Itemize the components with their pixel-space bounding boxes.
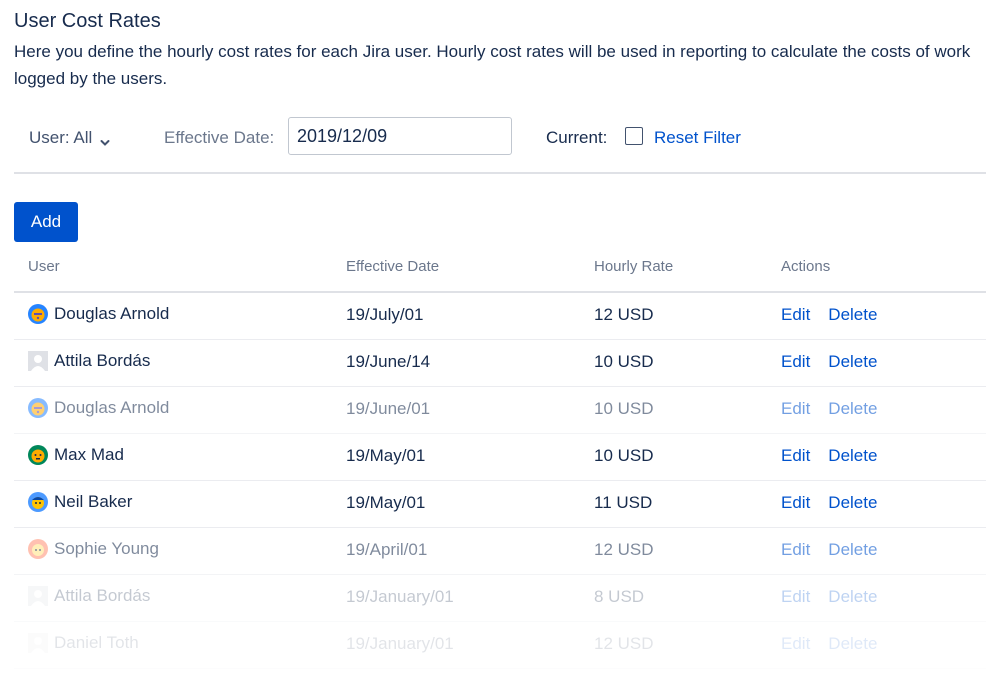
column-header-user: User <box>28 258 60 275</box>
orange-face-avatar-icon <box>28 398 48 418</box>
actions-cell: Edit Delete <box>781 540 877 560</box>
actions-cell: Edit Delete <box>781 446 877 466</box>
current-checkbox[interactable] <box>625 127 643 145</box>
user-cell: Attila Bordás <box>28 351 150 371</box>
column-header-effective-date: Effective Date <box>346 258 440 275</box>
edit-link[interactable]: Edit <box>781 352 810 372</box>
actions-cell: Edit Delete <box>781 399 877 419</box>
edit-link[interactable]: Edit <box>781 634 810 654</box>
table-body: Douglas Arnold 19/July/01 12 USD Edit De… <box>14 293 986 669</box>
page-title: User Cost Rates <box>14 10 161 32</box>
user-name: Sophie Young <box>54 539 159 558</box>
hourly-rate-cell: 12 USD <box>594 305 654 324</box>
default-user-avatar-icon <box>28 586 48 606</box>
table-row: Daniel Toth 19/January/01 12 USD Edit De… <box>14 622 986 669</box>
effective-date-cell: 19/January/01 <box>346 587 454 606</box>
user-name: Attila Bordás <box>54 351 151 370</box>
effective-date-cell: 19/July/01 <box>346 305 424 324</box>
hourly-rate-cell: 8 USD <box>594 587 645 606</box>
table-header: User Effective Date Hourly Rate Actions <box>14 255 986 293</box>
user-cell: Douglas Arnold <box>28 398 169 418</box>
hourly-rate-cell: 10 USD <box>594 446 654 465</box>
delete-link[interactable]: Delete <box>828 493 877 513</box>
user-name: Douglas Arnold <box>54 398 170 417</box>
user-name: Douglas Arnold <box>54 304 170 323</box>
default-user-avatar-icon <box>28 351 48 371</box>
user-cell: Sophie Young <box>28 539 159 559</box>
delete-link[interactable]: Delete <box>828 587 877 607</box>
hourly-rate-cell: 10 USD <box>594 352 654 371</box>
filter-divider <box>14 172 986 174</box>
actions-cell: Edit Delete <box>781 493 877 513</box>
column-header-actions: Actions <box>781 258 831 275</box>
user-cell: Attila Bordás <box>28 586 150 606</box>
actions-cell: Edit Delete <box>781 305 877 325</box>
user-filter-label: User: All <box>29 128 93 147</box>
table-row: Douglas Arnold 19/June/01 10 USD Edit De… <box>14 387 986 434</box>
user-cell: Douglas Arnold <box>28 304 169 324</box>
actions-cell: Edit Delete <box>781 352 877 372</box>
table-row: Attila Bordás 19/June/14 10 USD Edit Del… <box>14 340 986 387</box>
edit-link[interactable]: Edit <box>781 493 810 513</box>
delete-link[interactable]: Delete <box>828 446 877 466</box>
effective-date-cell: 19/May/01 <box>346 493 426 512</box>
user-cell: Max Mad <box>28 445 124 465</box>
add-button[interactable]: Add <box>14 202 78 242</box>
user-name: Max Mad <box>54 445 124 464</box>
filter-bar: User: All Effective Date: Current: Reset… <box>14 117 986 157</box>
table-row: Douglas Arnold 19/July/01 12 USD Edit De… <box>14 293 986 340</box>
table-row: Sophie Young 19/April/01 12 USD Edit Del… <box>14 528 986 575</box>
orange-face-avatar-icon <box>28 304 48 324</box>
default-user-avatar-icon <box>28 633 48 653</box>
table-row: Attila Bordás 19/January/01 8 USD Edit D… <box>14 575 986 622</box>
effective-date-cell: 19/June/01 <box>346 399 431 418</box>
actions-cell: Edit Delete <box>781 587 877 607</box>
effective-date-cell: 19/May/01 <box>346 446 426 465</box>
user-cell: Daniel Toth <box>28 633 139 653</box>
effective-date-cell: 19/June/14 <box>346 352 431 371</box>
table-row: Max Mad 19/May/01 10 USD Edit Delete <box>14 434 986 481</box>
chevron-down-icon <box>100 133 110 146</box>
teal-face-avatar-icon <box>28 445 48 465</box>
user-name: Neil Baker <box>54 492 133 511</box>
hourly-rate-cell: 12 USD <box>594 540 654 559</box>
reset-filter-link[interactable]: Reset Filter <box>654 128 741 148</box>
edit-link[interactable]: Edit <box>781 540 810 560</box>
delete-link[interactable]: Delete <box>828 399 877 419</box>
column-header-hourly-rate: Hourly Rate <box>594 258 674 275</box>
hourly-rate-cell: 12 USD <box>594 634 654 653</box>
page-description: Here you define the hourly cost rates fo… <box>14 42 971 88</box>
user-name: Attila Bordás <box>54 586 151 605</box>
edit-link[interactable]: Edit <box>781 399 810 419</box>
edit-link[interactable]: Edit <box>781 446 810 466</box>
blue-face-avatar-icon <box>28 492 48 512</box>
effective-date-cell: 19/January/01 <box>346 634 454 653</box>
delete-link[interactable]: Delete <box>828 540 877 560</box>
effective-date-input[interactable] <box>288 117 512 155</box>
effective-date-label: Effective Date: <box>164 128 275 147</box>
delete-link[interactable]: Delete <box>828 634 877 654</box>
hourly-rate-cell: 11 USD <box>594 493 653 512</box>
table-row: Neil Baker 19/May/01 11 USD Edit Delete <box>14 481 986 528</box>
current-label: Current: <box>546 128 608 147</box>
hourly-rate-cell: 10 USD <box>594 399 654 418</box>
edit-link[interactable]: Edit <box>781 587 810 607</box>
delete-link[interactable]: Delete <box>828 305 877 325</box>
user-cell: Neil Baker <box>28 492 132 512</box>
user-name: Daniel Toth <box>54 633 139 652</box>
peach-face-avatar-icon <box>28 539 48 559</box>
effective-date-cell: 19/April/01 <box>346 540 428 559</box>
delete-link[interactable]: Delete <box>828 352 877 372</box>
user-filter-dropdown[interactable]: User: All <box>29 128 110 148</box>
edit-link[interactable]: Edit <box>781 305 810 325</box>
actions-cell: Edit Delete <box>781 634 877 654</box>
